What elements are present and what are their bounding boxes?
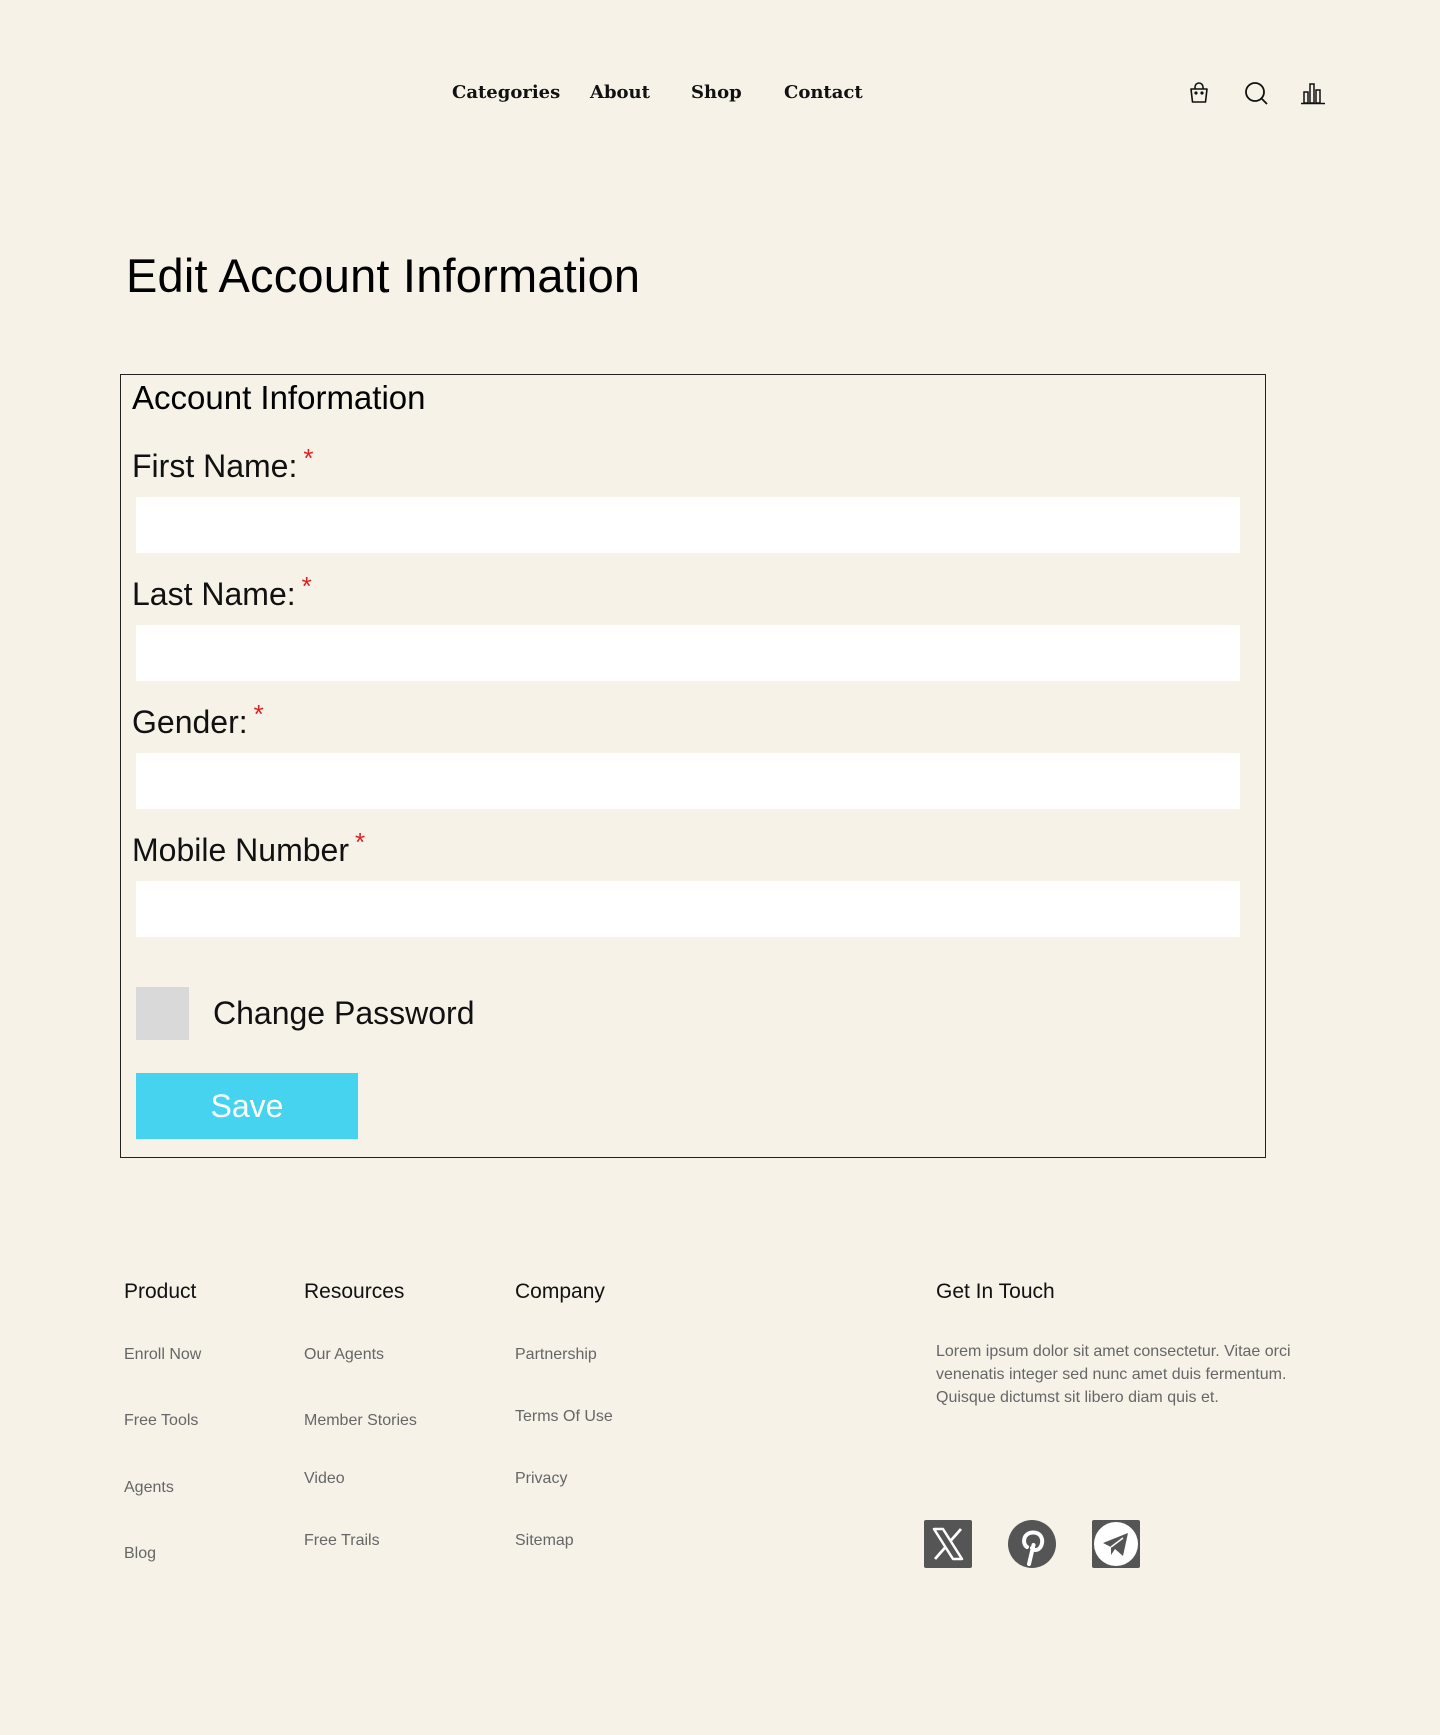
footer-link-terms-of-use[interactable]: Terms Of Use [515,1408,613,1426]
footer-link-free-trails[interactable]: Free Trails [304,1532,380,1550]
mobile-number-input[interactable] [136,881,1240,937]
last-name-label: Last Name: * [132,571,312,612]
footer-link-agents[interactable]: Agents [124,1479,174,1497]
footer-link-video[interactable]: Video [304,1470,345,1488]
chart-icon[interactable] [1300,80,1326,106]
required-marker: * [354,827,366,857]
first-name-label: First Name: * [132,443,314,484]
contact-description: Lorem ipsum dolor sit amet consectetur. … [936,1343,1291,1406]
save-button[interactable]: Save [136,1073,358,1139]
nav-link-about[interactable]: About [590,82,650,103]
main-nav: Categories About Shop Contact [0,82,1440,106]
footer-link-privacy[interactable]: Privacy [515,1470,567,1488]
footer-link-member-stories[interactable]: Member Stories [304,1412,417,1430]
page-title: Edit Account Information [126,249,641,302]
footer-heading-resources: Resources [304,1280,405,1303]
shopping-bag-icon[interactable] [1186,80,1212,106]
pinterest-icon[interactable] [1008,1520,1056,1568]
footer-heading-company: Company [515,1280,605,1303]
search-icon[interactable] [1243,80,1269,106]
required-marker: * [301,571,312,601]
first-name-input[interactable] [136,497,1240,553]
telegram-icon[interactable] [1092,1520,1140,1568]
footer-link-our-agents[interactable]: Our Agents [304,1346,384,1364]
section-title: Account Information [132,379,426,416]
gender-input[interactable] [136,753,1240,809]
footer-link-partnership[interactable]: Partnership [515,1346,597,1364]
mobile-number-label: Mobile Number * [132,827,366,868]
footer-link-sitemap[interactable]: Sitemap [515,1532,574,1550]
account-form: Account Information First Name: * Last Na… [120,374,1266,1158]
footer-link-blog[interactable]: Blog [124,1545,156,1563]
required-marker: * [253,699,264,729]
footer-heading-get-in-touch: Get In Touch [936,1280,1055,1303]
nav-link-categories[interactable]: Categories [452,82,560,103]
change-password-label[interactable]: Change Password [213,995,474,1032]
required-marker: * [303,443,314,473]
x-icon[interactable] [924,1520,972,1568]
nav-link-contact[interactable]: Contact [784,82,863,103]
footer-heading-product: Product [124,1280,197,1303]
footer-link-enroll-now[interactable]: Enroll Now [124,1346,201,1364]
nav-link-shop[interactable]: Shop [691,82,742,103]
change-password-checkbox[interactable] [136,987,189,1040]
gender-label: Gender: * [132,699,264,740]
footer-link-free-tools[interactable]: Free Tools [124,1412,198,1430]
last-name-input[interactable] [136,625,1240,681]
